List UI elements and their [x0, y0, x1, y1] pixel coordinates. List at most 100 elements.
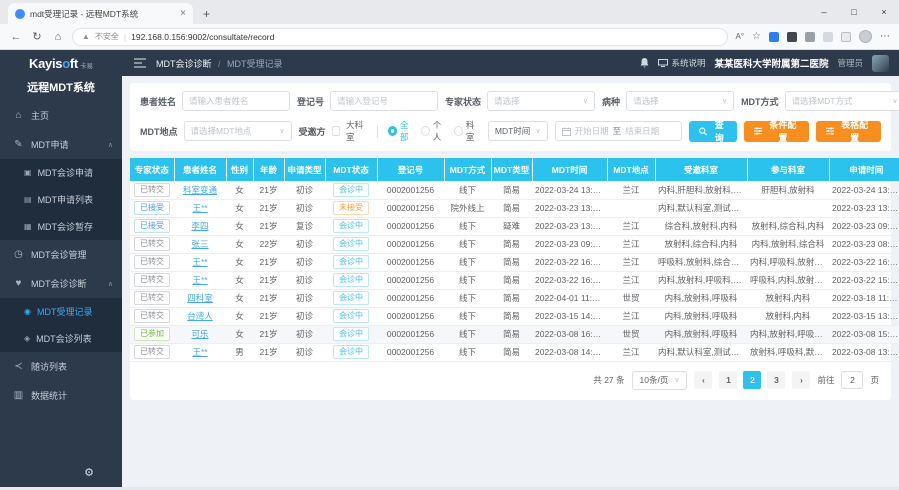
- share-icon: ≺: [13, 361, 24, 372]
- radio-dot-icon: [454, 126, 463, 136]
- cell-visit-type: 初诊: [284, 181, 325, 199]
- cell-gender: 女: [226, 289, 253, 307]
- page-number-button[interactable]: 1: [719, 371, 737, 389]
- register-no-input[interactable]: [330, 91, 438, 111]
- browser-profile-avatar[interactable]: [859, 30, 872, 43]
- patient-name-link[interactable]: 李四: [191, 221, 208, 231]
- favorite-star-icon[interactable]: ☆: [752, 31, 761, 42]
- breadcrumb-current[interactable]: MDT受理记录: [227, 59, 283, 69]
- refresh-icon[interactable]: ↻: [30, 30, 44, 43]
- mdt-mode-select[interactable]: 请选择MDT方式 ∨: [785, 91, 899, 111]
- cell-mdt-time: 2022-03-08 16:00:00: [532, 325, 607, 343]
- maximize-button[interactable]: □: [839, 0, 869, 24]
- cell-register-no: 0002001256: [377, 343, 444, 361]
- next-page-button[interactable]: ›: [792, 371, 810, 389]
- browser-essentials-icon[interactable]: [823, 32, 833, 42]
- prev-page-button[interactable]: ‹: [694, 371, 712, 389]
- condition-config-button[interactable]: 条件配置: [744, 121, 809, 142]
- invitee-radio-1[interactable]: 个人: [421, 119, 448, 143]
- sidebar-item-follow-list[interactable]: ≺ 随访列表: [0, 352, 122, 381]
- new-tab-button[interactable]: +: [203, 7, 210, 24]
- patient-name-link[interactable]: 四科室: [187, 293, 213, 303]
- home-icon[interactable]: ⌂: [51, 31, 65, 43]
- security-warning-icon: ▲: [82, 32, 90, 41]
- table-config-button[interactable]: 表格配置: [816, 121, 881, 142]
- sidebar-item-mdt-draft[interactable]: ▦ MDT会诊暂存: [0, 213, 122, 240]
- cell-mdt-location: 兰江: [607, 235, 655, 253]
- url-bar[interactable]: ▲ 不安全 | 192.168.0.156:9002/consultate/re…: [72, 28, 728, 46]
- expert-status-tag: 已转交: [130, 271, 174, 289]
- patient-name-input[interactable]: [182, 91, 290, 111]
- sidebar-item-mdt-manage[interactable]: ◷ MDT会诊管理: [0, 240, 122, 269]
- patient-name-link[interactable]: 台湾人: [187, 311, 213, 321]
- cell-mdt-type: 简易: [491, 307, 532, 325]
- cell-invited-depts: 内科,放射科,呼吸科: [655, 289, 747, 307]
- goto-page-input[interactable]: [841, 371, 863, 389]
- user-avatar[interactable]: [872, 55, 889, 72]
- cell-mdt-type: 简易: [491, 235, 532, 253]
- sidebar-item-mdt-consult-apply[interactable]: ▣ MDT会诊申请: [0, 159, 122, 186]
- tab-close-icon[interactable]: ×: [180, 8, 186, 19]
- sidebar-item-mdt-apply-list[interactable]: ▤ MDT申请列表: [0, 186, 122, 213]
- sidebar-item-mdt-accept-record[interactable]: ◉ MDT受理记录: [0, 298, 122, 325]
- expert-status-select[interactable]: 请选择 ∨: [487, 91, 595, 111]
- patient-name-link[interactable]: 王**: [192, 203, 207, 213]
- settings-gear-icon[interactable]: ⚙: [84, 466, 94, 479]
- sidebar-item-mdt-diagnose[interactable]: ♥ MDT会诊诊断 ∧: [0, 269, 122, 298]
- date-range-picker[interactable]: 开始日期 至 结束日期: [555, 121, 682, 141]
- search-icon: [699, 127, 707, 136]
- cell-mdt-type: 简易: [491, 343, 532, 361]
- column-header: 登记号: [377, 158, 444, 181]
- mdt-location-select[interactable]: 请选择MDT地点 ∨: [184, 121, 292, 141]
- back-icon[interactable]: ←: [9, 31, 23, 43]
- patient-name-link[interactable]: 王**: [192, 275, 207, 285]
- cell-joined-depts: 内科,放射科,呼吸科,测试科室: [747, 325, 829, 343]
- patient-name-link[interactable]: 张三: [191, 239, 208, 249]
- dept-checkbox[interactable]: [332, 126, 340, 136]
- close-button[interactable]: ×: [869, 0, 899, 24]
- cell-mdt-type: 简易: [491, 199, 532, 217]
- cell-mdt-mode: 院外线上: [444, 199, 491, 217]
- extension-icon[interactable]: [769, 32, 779, 42]
- browser-tab[interactable]: mdt受理记录 - 远程MDT系统 ×: [8, 3, 193, 24]
- column-header: 申请时间: [829, 158, 899, 181]
- cell-invited-depts: 内科,默认科室,测试科室,放射科: [655, 199, 747, 217]
- system-help[interactable]: 系统说明: [658, 57, 705, 69]
- cell-mdt-mode: 线下: [444, 289, 491, 307]
- page-number-button[interactable]: 2: [743, 371, 761, 389]
- cell-visit-type: 初诊: [284, 253, 325, 271]
- read-aloud-icon[interactable]: A°: [735, 32, 744, 41]
- extension-icon[interactable]: [787, 32, 797, 42]
- sidebar-item-mdt-consult-list[interactable]: ◈ MDT会诊列表: [0, 325, 122, 352]
- notification-bell-icon[interactable]: [640, 58, 649, 68]
- disease-select[interactable]: 请选择 ∨: [626, 91, 734, 111]
- page-number-button[interactable]: 3: [767, 371, 785, 389]
- cell-visit-type: 初诊: [284, 289, 325, 307]
- minimize-button[interactable]: –: [809, 0, 839, 24]
- search-button[interactable]: 查询: [689, 121, 737, 142]
- cell-joined-depts: 肝胆科,放射科: [747, 181, 829, 199]
- patient-name-link[interactable]: 可乐: [191, 329, 208, 339]
- patient-name-link[interactable]: 王**: [192, 257, 207, 267]
- expert-status-tag: 已参加: [130, 325, 174, 343]
- cell-gender: 女: [226, 199, 253, 217]
- cell-age: 21岁: [253, 307, 284, 325]
- table-row: 已接受王**女21岁初诊未接受0002001256院外线上简易2022-03-2…: [130, 199, 899, 217]
- patient-name-link[interactable]: 科室变通: [183, 185, 217, 195]
- cell-mdt-type: 简易: [491, 271, 532, 289]
- sidebar-subitem-label: MDT会诊列表: [36, 332, 92, 345]
- cell-mdt-time: 2022-03-23 09:20:00: [532, 235, 607, 253]
- time-type-select[interactable]: MDT时间 ∨: [488, 121, 548, 141]
- page-size-select[interactable]: 10条/页 ∨: [632, 371, 688, 390]
- sidebar-item-statistics[interactable]: ▥ 数据统计: [0, 381, 122, 410]
- split-screen-icon[interactable]: [841, 32, 851, 42]
- extension-icon[interactable]: [805, 32, 815, 42]
- sidebar-item-mdt-apply[interactable]: ✎ MDT申请 ∧: [0, 130, 122, 159]
- sidebar-collapse-icon[interactable]: [134, 58, 146, 68]
- sidebar-item-home[interactable]: ⌂ 主页: [0, 101, 122, 130]
- invitee-radio-0[interactable]: 全部: [388, 119, 415, 143]
- patient-name-link[interactable]: 王**: [192, 347, 207, 357]
- expert-status-tag: 已转交: [130, 343, 174, 361]
- invitee-radio-2[interactable]: 科室: [454, 119, 481, 143]
- more-menu-icon[interactable]: ⋯: [880, 31, 890, 42]
